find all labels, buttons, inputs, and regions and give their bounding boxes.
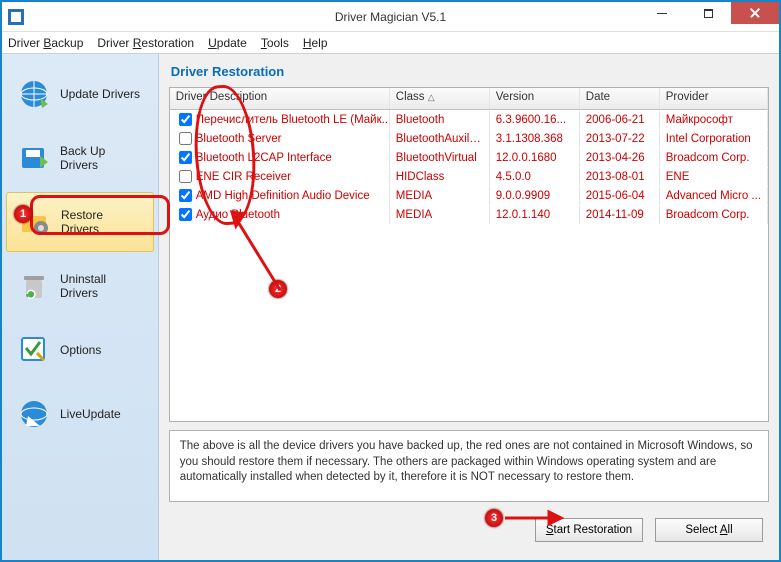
row-version: 12.0.1.140	[490, 206, 580, 224]
menu-bar: Driver Backup Driver Restoration Update …	[2, 32, 779, 54]
row-version: 6.3.9600.16...	[490, 111, 580, 129]
row-checkbox[interactable]	[179, 113, 192, 126]
sidebar-item-uninstall-drivers[interactable]: Uninstall Drivers	[6, 256, 154, 316]
sidebar-item-label: Uninstall Drivers	[60, 272, 142, 300]
sidebar-item-back-up-drivers[interactable]: Back Up Drivers	[6, 128, 154, 188]
menu-driver-backup[interactable]: Driver Backup	[8, 36, 83, 50]
row-checkbox[interactable]	[179, 170, 192, 183]
minimize-button[interactable]	[639, 2, 685, 24]
row-description: AMD High Definition Audio Device	[196, 190, 370, 202]
sort-indicator-icon: △	[428, 92, 435, 102]
disk-arrow-icon	[18, 142, 50, 174]
window-buttons	[639, 2, 779, 24]
row-date: 2013-04-26	[580, 149, 660, 167]
sidebar-item-label: Restore Drivers	[61, 208, 141, 236]
panel-title: Driver Restoration	[171, 64, 769, 79]
row-date: 2013-08-01	[580, 168, 660, 186]
start-restoration-button[interactable]: Start Restoration	[535, 518, 643, 542]
info-text: The above is all the device drivers you …	[169, 430, 769, 502]
row-version: 3.1.1308.368	[490, 130, 580, 148]
col-description[interactable]: Driver Description	[170, 88, 390, 109]
table-body: Перечислитель Bluetooth LE (Майк...Bluet…	[170, 110, 768, 224]
sidebar-item-options[interactable]: Options	[6, 320, 154, 380]
row-provider: Broadcom Corp.	[660, 206, 768, 224]
row-class: HIDClass	[390, 168, 490, 186]
row-provider: Intel Corporation	[660, 130, 768, 148]
row-date: 2015-06-04	[580, 187, 660, 205]
row-class: BluetoothAuxiliary	[390, 130, 490, 148]
sidebar-item-label: LiveUpdate	[60, 407, 121, 421]
table-row[interactable]: Bluetooth Server BluetoothAuxiliary3.1.13…	[170, 129, 768, 148]
table-row[interactable]: ENE CIR Receiver HIDClass4.5.0.02013-08-0…	[170, 167, 768, 186]
driver-table: Driver Description Class △ Version Date …	[169, 87, 769, 422]
row-provider: Advanced Micro ...	[660, 187, 768, 205]
row-provider: ENE	[660, 168, 768, 186]
menu-driver-restoration[interactable]: Driver Restoration	[97, 36, 194, 50]
row-date: 2006-06-21	[580, 111, 660, 129]
col-date[interactable]: Date	[580, 88, 660, 109]
row-class: MEDIA	[390, 206, 490, 224]
window-title: Driver Magician V5.1	[335, 10, 446, 24]
sidebar-item-label: Back Up Drivers	[60, 144, 142, 172]
table-row[interactable]: AMD High Definition Audio Device MEDIA9.0…	[170, 186, 768, 205]
col-class[interactable]: Class △	[390, 88, 490, 109]
row-date: 2014-11-09	[580, 206, 660, 224]
table-row[interactable]: Перечислитель Bluetooth LE (Майк...Bluet…	[170, 110, 768, 129]
row-description: Аудио Bluetooth	[196, 209, 280, 221]
row-class: BluetoothVirtual	[390, 149, 490, 167]
liveupdate-icon	[18, 398, 50, 430]
main-panel: Driver Restoration Driver Description Cl…	[159, 54, 779, 560]
footer-buttons: Start Restoration Select All	[169, 510, 769, 550]
row-checkbox[interactable]	[179, 151, 192, 164]
row-version: 4.5.0.0	[490, 168, 580, 186]
table-row[interactable]: Аудио Bluetooth MEDIA12.0.1.1402014-11-09…	[170, 205, 768, 224]
sidebar-item-liveupdate[interactable]: LiveUpdate	[6, 384, 154, 444]
row-provider: Майкрософт	[660, 111, 768, 129]
row-class: Bluetooth	[390, 111, 490, 129]
select-all-button[interactable]: Select All	[655, 518, 763, 542]
close-button[interactable]	[731, 2, 779, 24]
sidebar-item-label: Update Drivers	[60, 87, 140, 101]
app-icon	[8, 9, 24, 25]
menu-tools[interactable]: Tools	[261, 36, 289, 50]
row-description: ENE CIR Receiver	[196, 171, 291, 183]
col-provider[interactable]: Provider	[660, 88, 768, 109]
col-version[interactable]: Version	[490, 88, 580, 109]
row-description: Перечислитель Bluetooth LE (Майк...	[196, 114, 390, 126]
row-checkbox[interactable]	[179, 189, 192, 202]
trash-icon	[18, 270, 50, 302]
sidebar-item-restore-drivers[interactable]: Restore Drivers	[6, 192, 154, 252]
row-version: 12.0.0.1680	[490, 149, 580, 167]
app-window: Driver Magician V5.1 Driver Backup Drive…	[0, 0, 781, 562]
menu-update[interactable]: Update	[208, 36, 247, 50]
table-row[interactable]: Bluetooth L2CAP Interface BluetoothVirtua…	[170, 148, 768, 167]
row-description: Bluetooth Server	[196, 133, 282, 145]
menu-help[interactable]: Help	[303, 36, 328, 50]
row-provider: Broadcom Corp.	[660, 149, 768, 167]
titlebar: Driver Magician V5.1	[2, 2, 779, 32]
sidebar-item-label: Options	[60, 343, 101, 357]
globe-icon	[18, 78, 50, 110]
maximize-button[interactable]	[685, 2, 731, 24]
row-checkbox[interactable]	[179, 208, 192, 221]
row-class: MEDIA	[390, 187, 490, 205]
options-icon	[18, 334, 50, 366]
row-description: Bluetooth L2CAP Interface	[196, 152, 332, 164]
folder-gear-icon	[19, 206, 51, 238]
sidebar-item-update-drivers[interactable]: Update Drivers	[6, 64, 154, 124]
row-checkbox[interactable]	[179, 132, 192, 145]
sidebar: Update Drivers Back Up Drivers Restore D…	[2, 54, 159, 560]
table-header: Driver Description Class △ Version Date …	[170, 88, 768, 110]
row-date: 2013-07-22	[580, 130, 660, 148]
row-version: 9.0.0.9909	[490, 187, 580, 205]
